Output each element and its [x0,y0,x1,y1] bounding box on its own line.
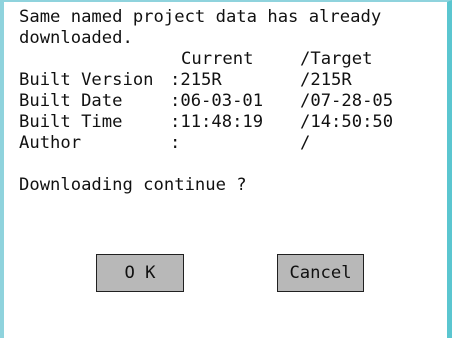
row-current-built-version: :215R [170,70,222,90]
question-text: Downloading continue ? [19,175,247,195]
message-line-1: Same named project data has already [19,7,382,27]
row-label-built-date: Built Date [19,91,123,111]
cancel-button[interactable]: Cancel [277,254,364,292]
download-confirm-dialog: Same named project data has already down… [0,0,452,338]
row-label-author: Author [19,133,82,153]
row-label-built-time: Built Time [19,112,123,132]
row-label-built-version: Built Version [19,70,154,90]
row-current-built-date: :06-03-01 [170,91,264,111]
row-target-built-version: /215R [300,70,352,90]
ok-button[interactable]: O K [96,254,184,292]
row-target-built-date: /07-28-05 [300,91,394,111]
row-current-built-time: :11:48:19 [170,112,264,132]
message-line-2: downloaded. [19,28,133,48]
header-current: Current [181,49,254,69]
row-target-built-time: /14:50:50 [300,112,394,132]
header-target: /Target [300,49,373,69]
row-current-author: : [170,133,181,153]
row-target-author: / [300,133,311,153]
